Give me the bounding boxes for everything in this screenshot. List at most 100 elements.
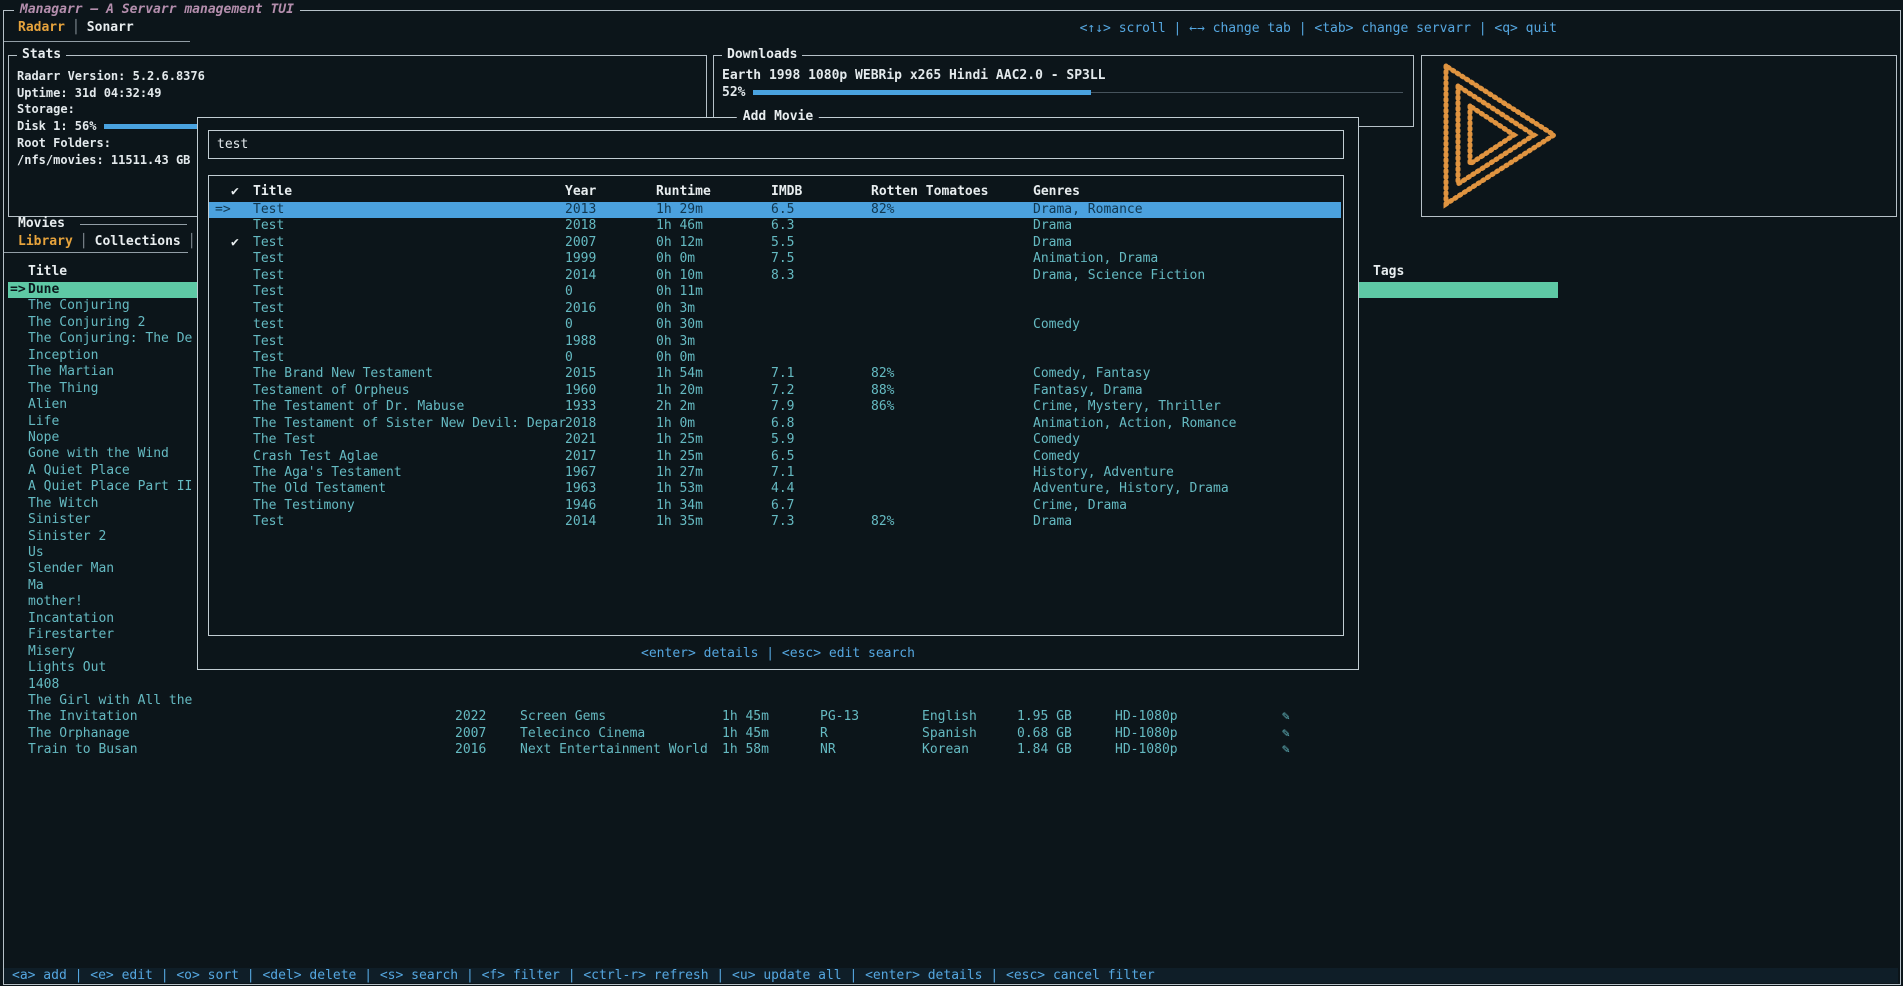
add-movie-result-row[interactable]: The Old Testament19631h 53m4.4Adventure,… [209, 481, 1341, 497]
result-title: test [253, 317, 284, 333]
download-progress-bar-fill [753, 90, 1091, 95]
result-runtime: 1h 25m [656, 449, 703, 465]
add-movie-result-row[interactable]: Testament of Orpheus19601h 20m7.288%Fant… [209, 383, 1341, 399]
result-year: 1933 [565, 399, 596, 415]
edit-icon[interactable]: ✎ [1282, 709, 1290, 725]
result-title: Test [253, 268, 284, 284]
add-movie-result-row[interactable]: Test20141h 35m7.382%Drama [209, 514, 1341, 530]
result-rotten_tomatoes: 82% [871, 366, 894, 382]
tab-radarr[interactable]: Radarr [18, 20, 65, 35]
library-row[interactable]: The Invitation2022Screen Gems1h 45mPG-13… [8, 709, 1558, 725]
result-genres: History, Adventure [1033, 465, 1174, 481]
result-year: 1967 [565, 465, 596, 481]
add-movie-result-row[interactable]: The Testament of Dr. Mabuse19332h 2m7.98… [209, 399, 1341, 415]
edit-icon[interactable]: ✎ [1282, 726, 1290, 742]
result-imdb: 7.1 [771, 465, 794, 481]
library-row[interactable]: Train to Busan2016Next Entertainment Wor… [8, 742, 1558, 758]
result-rotten_tomatoes: 88% [871, 383, 894, 399]
monitored-check-icon: ✔ [231, 235, 239, 251]
result-runtime: 0h 3m [656, 301, 695, 317]
result-runtime: 0h 0m [656, 251, 695, 267]
result-title: Test [253, 334, 284, 350]
add-movie-result-row[interactable]: Test00h 0m [209, 350, 1341, 366]
add-movie-result-row[interactable]: ✔Test20070h 12m5.5Drama [209, 235, 1341, 251]
add-movie-result-row[interactable]: Test19990h 0m7.5Animation, Drama [209, 251, 1341, 267]
library-tabbar-underline [4, 252, 188, 253]
movie-language: Korean [922, 742, 969, 758]
movie-title: The Girl with All the [28, 693, 192, 709]
library-row[interactable]: The Orphanage2007Telecinco Cinema1h 45mR… [8, 726, 1558, 742]
add-movie-search-box [208, 130, 1344, 159]
add-movie-result-row[interactable]: =>Test20131h 29m6.582%Drama, Romance [209, 202, 1341, 218]
tab-library[interactable]: Library [18, 234, 73, 249]
result-imdb: 6.8 [771, 416, 794, 432]
result-title: Test [253, 202, 284, 218]
result-genres: Crime, Mystery, Thriller [1033, 399, 1221, 415]
movie-language: English [922, 709, 977, 725]
movie-size: 1.84 GB [1017, 742, 1072, 758]
result-imdb: 7.3 [771, 514, 794, 530]
movie-year: 2016 [455, 742, 486, 758]
add-movie-result-row[interactable]: Test20160h 3m [209, 301, 1341, 317]
result-year: 1960 [565, 383, 596, 399]
edit-icon[interactable]: ✎ [1282, 742, 1290, 758]
result-title: Test [253, 251, 284, 267]
result-year: 1963 [565, 481, 596, 497]
managarr-play-logo-icon [1436, 60, 1566, 210]
add-movie-modal-title: Add Movie [737, 109, 819, 124]
column-header-title: Title [253, 184, 292, 199]
result-runtime: 1h 25m [656, 432, 703, 448]
app-title: Managarr – A Servarr management TUI [14, 2, 300, 17]
result-year: 0 [565, 317, 573, 333]
movie-title: Life [28, 414, 59, 430]
movie-title: The Conjuring [28, 298, 130, 314]
bottom-help-keybindings: <a> add | <e> edit | <o> sort | <del> de… [4, 968, 1898, 983]
add-movie-rows: =>Test20131h 29m6.582%Drama, RomanceTest… [209, 202, 1343, 531]
add-movie-result-row[interactable]: Test19880h 3m [209, 334, 1341, 350]
result-rotten_tomatoes: 82% [871, 202, 894, 218]
add-movie-search-input[interactable] [209, 131, 1343, 158]
add-movie-result-row[interactable]: The Test20211h 25m5.9Comedy [209, 432, 1341, 448]
result-year: 2007 [565, 235, 596, 251]
movie-title: Inception [28, 348, 98, 364]
result-genres: Animation, Drama [1033, 251, 1158, 267]
library-row[interactable]: 1408 [8, 677, 1558, 693]
movie-runtime: 1h 58m [722, 742, 769, 758]
result-runtime: 1h 34m [656, 498, 703, 514]
result-genres: Animation, Action, Romance [1033, 416, 1237, 432]
result-imdb: 7.5 [771, 251, 794, 267]
add-movie-result-row[interactable]: The Aga's Testament19671h 27m7.1History,… [209, 465, 1341, 481]
movie-title: Firestarter [28, 627, 114, 643]
add-movie-result-row[interactable]: Crash Test Aglae20171h 25m6.5Comedy [209, 449, 1341, 465]
movie-title: Slender Man [28, 561, 114, 577]
add-movie-result-row[interactable]: test00h 30mComedy [209, 317, 1341, 333]
result-imdb: 6.3 [771, 218, 794, 234]
movie-title: The Orphanage [28, 726, 130, 742]
add-movie-result-row[interactable]: The Brand New Testament20151h 54m7.182%C… [209, 366, 1341, 382]
result-genres: Drama [1033, 235, 1072, 251]
tab-sonarr[interactable]: Sonarr [87, 20, 134, 35]
result-runtime: 0h 30m [656, 317, 703, 333]
movie-title: The Invitation [28, 709, 138, 725]
add-movie-result-row[interactable]: Test20181h 46m6.3Drama [209, 218, 1341, 234]
add-movie-result-row[interactable]: Test00h 11m [209, 284, 1341, 300]
result-year: 2015 [565, 366, 596, 382]
download-item-title: Earth 1998 1080p WEBRip x265 Hindi AAC2.… [714, 56, 1413, 85]
result-rotten_tomatoes: 86% [871, 399, 894, 415]
tab-collections[interactable]: Collections [95, 234, 181, 249]
result-genres: Drama, Science Fiction [1033, 268, 1205, 284]
storage-label: Storage: [17, 101, 706, 118]
add-movie-result-row[interactable]: The Testimony19461h 34m6.7Crime, Drama [209, 498, 1341, 514]
stats-panel-title: Stats [17, 47, 66, 62]
movie-rating: PG-13 [820, 709, 859, 725]
result-title: The Testament of Sister New Devil: Depar [253, 416, 566, 432]
add-movie-result-row[interactable]: The Testament of Sister New Devil: Depar… [209, 416, 1341, 432]
logo-panel [1421, 55, 1897, 217]
add-movie-result-row[interactable]: Test20140h 10m8.3Drama, Science Fiction [209, 268, 1341, 284]
library-row[interactable]: The Girl with All the [8, 693, 1558, 709]
result-title: The Old Testament [253, 481, 386, 497]
movie-title: A Quiet Place Part II [28, 479, 192, 495]
selection-indicator-icon: => [215, 202, 231, 218]
add-movie-help-keybindings: <enter> details | <esc> edit search [198, 646, 1358, 661]
selection-indicator-icon: => [10, 282, 26, 298]
